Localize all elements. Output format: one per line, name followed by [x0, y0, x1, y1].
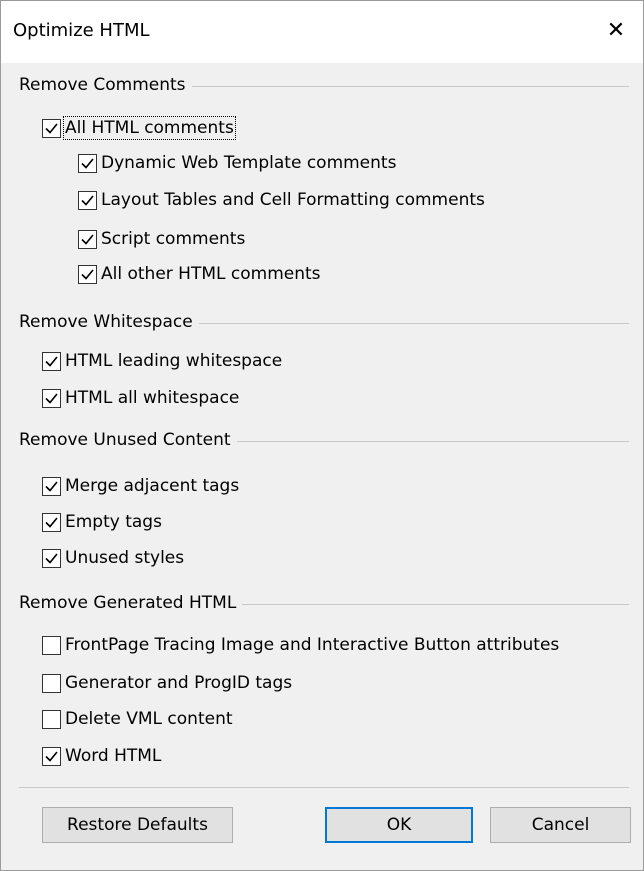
checkbox-box[interactable] — [42, 512, 61, 532]
checkbox-frontpage-tracing-image[interactable]: FrontPage Tracing Image and Interactive … — [42, 633, 559, 657]
checkbox-box[interactable] — [78, 264, 97, 284]
checkbox-label: Word HTML — [65, 746, 162, 766]
checkmark-icon — [45, 552, 58, 564]
dialog-title: Optimize HTML — [13, 20, 150, 41]
group-remove-whitespace: Remove Whitespace — [1, 312, 643, 336]
checkbox-delete-vml-content[interactable]: Delete VML content — [42, 707, 233, 731]
ok-button[interactable]: OK — [325, 807, 473, 843]
checkbox-dynamic-web-template-comments[interactable]: Dynamic Web Template comments — [78, 151, 396, 175]
checkbox-script-comments[interactable]: Script comments — [78, 227, 245, 251]
checkbox-label: Dynamic Web Template comments — [101, 153, 397, 173]
checkmark-icon — [45, 122, 58, 134]
checkmark-icon — [45, 355, 58, 367]
group-label: Remove Comments — [19, 75, 192, 95]
close-icon[interactable]: ✕ — [599, 14, 633, 48]
checkmark-icon — [45, 392, 58, 404]
checkbox-merge-adjacent-tags[interactable]: Merge adjacent tags — [42, 474, 239, 498]
checkbox-box[interactable] — [42, 476, 61, 496]
checkbox-label: Script comments — [101, 229, 246, 249]
checkbox-box[interactable] — [78, 229, 97, 249]
checkbox-box[interactable] — [42, 351, 61, 371]
checkbox-label: HTML all whitespace — [65, 388, 240, 408]
checkmark-icon — [45, 516, 58, 528]
group-remove-comments: Remove Comments — [1, 75, 643, 99]
group-remove-generated-html: Remove Generated HTML — [1, 593, 643, 617]
optimize-html-dialog: Optimize HTML ✕ Remove Comments All HTML… — [0, 0, 644, 871]
checkbox-unused-styles[interactable]: Unused styles — [42, 546, 184, 570]
checkmark-icon — [81, 268, 94, 280]
checkbox-box[interactable] — [78, 190, 97, 210]
checkbox-box[interactable] — [78, 153, 97, 173]
checkbox-label: Merge adjacent tags — [65, 476, 240, 496]
checkbox-box[interactable] — [42, 709, 61, 729]
checkmark-icon — [81, 233, 94, 245]
checkmark-icon — [45, 750, 58, 762]
checkbox-box[interactable] — [42, 673, 61, 693]
title-bar: Optimize HTML ✕ — [1, 1, 643, 63]
checkbox-label: All HTML comments — [63, 116, 236, 140]
checkbox-box[interactable] — [42, 746, 61, 766]
checkbox-box[interactable] — [42, 548, 61, 568]
checkbox-html-all-whitespace[interactable]: HTML all whitespace — [42, 386, 239, 410]
group-label: Remove Whitespace — [19, 312, 199, 332]
checkbox-label: FrontPage Tracing Image and Interactive … — [65, 635, 560, 655]
checkbox-layout-tables-comments[interactable]: Layout Tables and Cell Formatting commen… — [78, 188, 485, 212]
checkbox-box[interactable] — [42, 635, 61, 655]
group-remove-unused-content: Remove Unused Content — [1, 430, 643, 454]
checkbox-label: Delete VML content — [65, 709, 233, 729]
checkbox-html-leading-whitespace[interactable]: HTML leading whitespace — [42, 349, 282, 373]
checkbox-label: Empty tags — [65, 512, 162, 532]
group-label: Remove Unused Content — [19, 430, 237, 450]
checkbox-all-other-html-comments[interactable]: All other HTML comments — [78, 262, 321, 286]
checkbox-empty-tags[interactable]: Empty tags — [42, 510, 162, 534]
group-label: Remove Generated HTML — [19, 593, 243, 613]
checkbox-all-html-comments[interactable]: All HTML comments — [42, 116, 236, 140]
checkbox-label: HTML leading whitespace — [65, 351, 283, 371]
checkbox-generator-progid-tags[interactable]: Generator and ProgID tags — [42, 671, 292, 695]
checkbox-label: All other HTML comments — [101, 264, 321, 284]
checkmark-icon — [45, 480, 58, 492]
cancel-button[interactable]: Cancel — [490, 807, 631, 843]
checkbox-label: Unused styles — [65, 548, 185, 568]
restore-defaults-button[interactable]: Restore Defaults — [42, 807, 233, 843]
checkmark-icon — [81, 157, 94, 169]
checkmark-icon — [81, 194, 94, 206]
checkbox-word-html[interactable]: Word HTML — [42, 744, 161, 768]
checkbox-box[interactable] — [42, 388, 61, 408]
button-separator — [19, 787, 629, 788]
checkbox-box[interactable] — [42, 118, 61, 138]
checkbox-label: Layout Tables and Cell Formatting commen… — [101, 190, 485, 210]
checkbox-label: Generator and ProgID tags — [65, 673, 293, 693]
